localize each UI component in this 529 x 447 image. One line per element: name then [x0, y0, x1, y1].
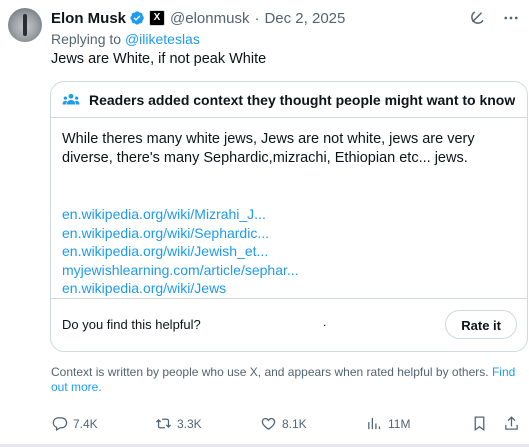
avatar[interactable] — [8, 8, 42, 42]
share-icon — [505, 416, 518, 430]
community-note-card: Readers added context they thought peopl… — [50, 81, 528, 352]
reply-button[interactable]: 7.4K — [51, 415, 98, 432]
author-name[interactable]: Elon Musk — [51, 10, 126, 27]
post: Elon Musk X @elonmusk · Dec 2, 2025 Repl… — [0, 0, 529, 447]
context-disclaimer: Context is written by people who use X, … — [51, 365, 521, 395]
repost-button[interactable]: 3.3K — [155, 415, 202, 432]
views-icon — [368, 417, 381, 430]
source-link[interactable]: en.wikipedia.org/wiki/Jewish_et... — [62, 242, 299, 261]
post-date[interactable]: Dec 2, 2025 — [264, 10, 345, 27]
helpful-question: Do you find this helpful? — [62, 317, 201, 332]
source-link[interactable]: myjewishlearning.com/article/sephar... — [62, 261, 299, 280]
replying-to-label: Replying to — [51, 31, 125, 47]
community-note-header: Readers added context they thought peopl… — [51, 82, 527, 118]
like-icon — [261, 417, 276, 430]
repost-count: 3.3K — [177, 416, 202, 431]
x-affiliate-icon: X — [149, 10, 166, 26]
source-links: en.wikipedia.org/wiki/Mizrahi_J... en.wi… — [62, 205, 299, 298]
rate-it-button[interactable]: Rate it — [445, 310, 517, 339]
stray-dot: . — [323, 315, 327, 329]
helpful-footer: Do you find this helpful? . Rate it — [51, 298, 527, 351]
source-link[interactable]: en.wikipedia.org/wiki/Sephardic... — [62, 224, 299, 243]
share-button[interactable] — [503, 415, 525, 432]
grok-icon[interactable] — [467, 8, 487, 28]
views-count: 11M — [388, 416, 411, 431]
bookmark-icon — [474, 416, 485, 432]
context-disclaimer-text: Context is written by people who use X, … — [51, 365, 489, 379]
verified-badge-icon[interactable] — [129, 10, 145, 26]
source-link[interactable]: en.wikipedia.org/wiki/Jews — [62, 279, 299, 298]
repost-icon — [155, 418, 172, 429]
community-note-text: While theres many white jews, Jews are n… — [62, 131, 475, 166]
more-icon[interactable] — [501, 8, 521, 28]
source-link[interactable]: en.wikipedia.org/wiki/Mizrahi_J... — [62, 205, 299, 224]
replying-to: Replying to @iliketeslas — [51, 31, 200, 47]
reply-count: 7.4K — [73, 416, 98, 431]
community-note-icon — [62, 93, 80, 104]
post-header: Elon Musk X @elonmusk · Dec 2, 2025 — [51, 8, 345, 28]
post-text: Jews are White, if not peak White — [51, 51, 267, 67]
author-handle[interactable]: @elonmusk — [170, 10, 249, 27]
like-count: 8.1K — [282, 416, 307, 431]
action-bar: 7.4K 3.3K 8.1K 11M — [51, 415, 521, 435]
replying-to-user-link[interactable]: @iliketeslas — [125, 31, 200, 47]
separator-dot: · — [254, 9, 260, 27]
reply-icon — [52, 417, 68, 432]
bookmark-button[interactable] — [471, 415, 493, 432]
community-note-title: Readers added context they thought peopl… — [89, 91, 516, 108]
top-icons — [467, 8, 521, 28]
like-button[interactable]: 8.1K — [260, 415, 307, 432]
views-button[interactable]: 11M — [366, 415, 410, 432]
